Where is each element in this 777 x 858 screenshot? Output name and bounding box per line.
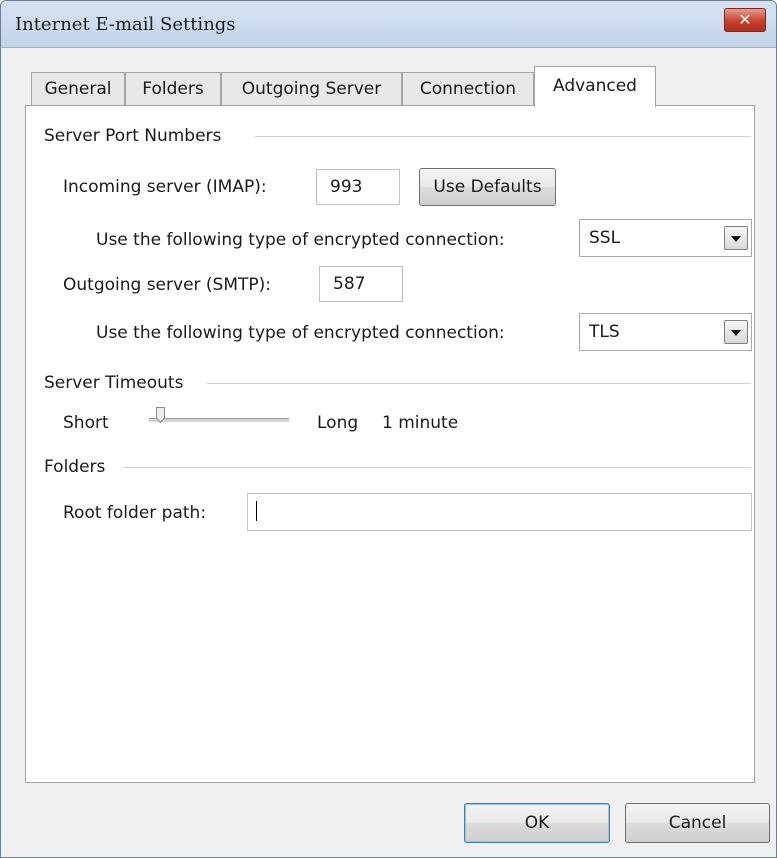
port-numbers-group-label: Server Port Numbers <box>44 126 222 146</box>
advanced-tab-panel <box>25 105 755 783</box>
title-bar: Internet E-mail Settings ✕ <box>1 1 776 48</box>
timeout-value: 1 minute <box>382 413 459 433</box>
incoming-server-label: Incoming server (IMAP): <box>63 177 267 197</box>
window-title: Internet E-mail Settings <box>15 14 236 35</box>
incoming-encryption-select[interactable]: SSL <box>579 219 752 257</box>
tab-label: Outgoing Server <box>241 79 382 99</box>
group-divider <box>207 383 751 384</box>
outgoing-encryption-label: Use the following type of encrypted conn… <box>96 323 505 343</box>
outgoing-encryption-select[interactable]: TLS <box>579 313 752 351</box>
close-button[interactable]: ✕ <box>724 8 766 32</box>
root-folder-label: Root folder path: <box>63 503 207 523</box>
folders-group-label: Folders <box>44 457 106 477</box>
cancel-button[interactable]: Cancel <box>625 803 770 843</box>
timeout-slider-thumb[interactable] <box>156 407 166 423</box>
timeout-slider-track[interactable] <box>149 418 289 423</box>
tab-label: Advanced <box>553 76 637 96</box>
tab-advanced[interactable]: Advanced <box>534 66 656 107</box>
ok-button[interactable]: OK <box>464 803 610 843</box>
root-folder-input[interactable] <box>247 493 752 531</box>
group-divider <box>255 136 751 137</box>
use-defaults-button[interactable]: Use Defaults <box>419 168 556 206</box>
chevron-down-icon[interactable] <box>724 320 748 344</box>
tab-label: Connection <box>419 79 517 99</box>
tab-connection[interactable]: Connection <box>402 72 534 105</box>
slider-long-label: Long <box>317 413 359 433</box>
button-label: Use Defaults <box>433 177 542 197</box>
group-divider <box>123 467 751 468</box>
timeouts-group-label: Server Timeouts <box>44 373 184 393</box>
text-cursor <box>256 501 257 521</box>
close-icon: ✕ <box>738 10 752 29</box>
dialog-window: Internet E-mail Settings ✕ General Folde… <box>0 0 777 858</box>
button-label: Cancel <box>668 813 727 833</box>
tab-label: General <box>44 79 112 99</box>
button-label: OK <box>524 813 550 833</box>
outgoing-server-label: Outgoing server (SMTP): <box>63 275 272 295</box>
selected-value: TLS <box>589 322 620 342</box>
slider-short-label: Short <box>63 413 109 433</box>
incoming-port-input[interactable]: 993 <box>316 169 400 205</box>
tab-general[interactable]: General <box>31 72 125 105</box>
tab-label: Folders <box>142 79 204 99</box>
tab-folders[interactable]: Folders <box>125 72 221 105</box>
outgoing-port-input[interactable]: 587 <box>319 266 403 302</box>
chevron-down-icon[interactable] <box>724 226 748 250</box>
incoming-encryption-label: Use the following type of encrypted conn… <box>96 230 505 250</box>
tab-outgoing-server[interactable]: Outgoing Server <box>221 72 402 105</box>
selected-value: SSL <box>589 228 621 248</box>
